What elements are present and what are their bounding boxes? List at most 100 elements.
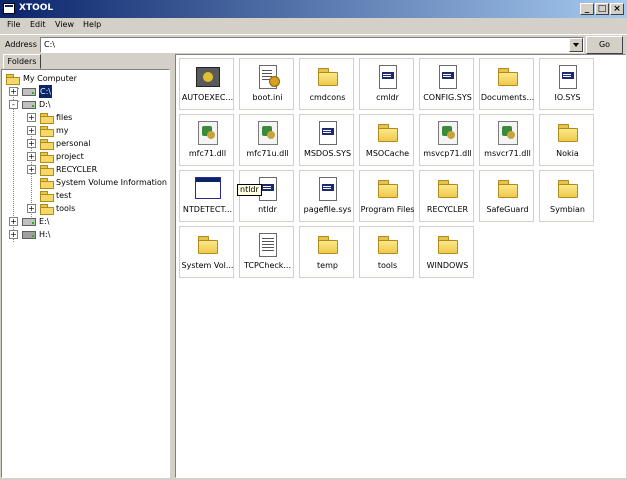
minimize-button[interactable]: _	[580, 3, 594, 15]
tree-item-my[interactable]: + my	[26, 124, 166, 137]
file-item[interactable]: MSDOS.SYS	[299, 114, 354, 166]
tree-item-test[interactable]: test	[26, 189, 166, 202]
expand-toggle[interactable]: +	[27, 126, 36, 135]
address-dropdown-button[interactable]	[569, 38, 583, 52]
file-item[interactable]: NTDETECT...	[179, 170, 234, 222]
file-item[interactable]: pagefile.sys	[299, 170, 354, 222]
tree-item-drive-d[interactable]: - D:\	[8, 98, 158, 111]
file-item-label: mfc71u.dll	[246, 149, 289, 158]
tree-item-label: personal	[56, 139, 91, 148]
file-item-label: Symbian	[550, 205, 585, 214]
file-item-label: RECYCLER	[426, 205, 469, 214]
tab-folders[interactable]: Folders	[3, 54, 41, 69]
network-drive-icon	[22, 231, 36, 239]
expand-toggle[interactable]: +	[27, 152, 36, 161]
file-item[interactable]: Program Files	[359, 170, 414, 222]
menu-help[interactable]: Help	[80, 20, 104, 29]
folder-icon	[436, 177, 460, 201]
file-item-label: SafeGuard	[486, 205, 529, 214]
expand-toggle[interactable]: +	[9, 87, 18, 96]
tree-item-label: D:\	[39, 100, 51, 109]
expand-toggle[interactable]: +	[27, 139, 36, 148]
tree-item-files[interactable]: + files	[26, 111, 166, 124]
file-item-label: pagefile.sys	[303, 205, 352, 214]
maximize-button[interactable]: □	[595, 3, 609, 15]
tree-item-project[interactable]: + project	[26, 150, 166, 163]
folder-icon	[316, 65, 340, 89]
expand-toggle[interactable]: +	[27, 165, 36, 174]
folders-pane: Folders My Computer + C:\ - D:\ + files	[1, 54, 170, 478]
file-item-label: System Vol...	[181, 261, 234, 270]
file-item[interactable]: temp	[299, 226, 354, 278]
file-item[interactable]: Documents...	[479, 58, 534, 110]
tree-item-label: test	[56, 191, 72, 200]
system-file-icon	[379, 65, 397, 89]
tree-item-drive-e[interactable]: + E:\	[8, 215, 158, 228]
expand-toggle[interactable]: +	[9, 217, 18, 226]
file-item[interactable]: System Vol...	[179, 226, 234, 278]
folder-tree: My Computer + C:\ - D:\ + files + my + p…	[1, 69, 170, 478]
file-item-label: IO.SYS	[554, 93, 581, 102]
tree-item-my-computer[interactable]: My Computer	[4, 72, 164, 85]
folder-icon	[40, 139, 54, 150]
file-item[interactable]: RECYCLER	[419, 170, 474, 222]
folder-icon	[376, 121, 400, 145]
expand-toggle[interactable]: +	[27, 204, 36, 213]
tree-item-drive-h[interactable]: + H:\	[8, 228, 158, 241]
file-item[interactable]: ntldr	[239, 170, 294, 222]
file-item[interactable]: Nokia	[539, 114, 594, 166]
tree-item-personal[interactable]: + personal	[26, 137, 166, 150]
file-item[interactable]: WINDOWS	[419, 226, 474, 278]
address-input[interactable]: C:\	[40, 37, 584, 53]
file-item-label: CONFIG.SYS	[423, 93, 472, 102]
tree-item-tools[interactable]: + tools	[26, 202, 166, 215]
file-item-label: boot.ini	[252, 93, 283, 102]
folder-icon	[40, 178, 54, 189]
go-button[interactable]: Go	[586, 36, 623, 54]
file-item[interactable]: msvcr71.dll	[479, 114, 534, 166]
tree-item-drive-c[interactable]: + C:\	[8, 84, 158, 99]
tree-item-recycler[interactable]: + RECYCLER	[26, 163, 166, 176]
folder-icon	[40, 126, 54, 137]
file-item[interactable]: tools	[359, 226, 414, 278]
expand-toggle[interactable]: +	[27, 113, 36, 122]
collapse-toggle[interactable]: -	[9, 100, 18, 109]
file-item[interactable]: msvcp71.dll	[419, 114, 474, 166]
close-button[interactable]: ×	[610, 3, 624, 15]
file-item[interactable]: TCPCheck...	[239, 226, 294, 278]
file-item-label: AUTOEXEC...	[181, 93, 234, 102]
file-item[interactable]: boot.ini	[239, 58, 294, 110]
system-file-icon	[319, 177, 337, 201]
file-item[interactable]: cmdcons	[299, 58, 354, 110]
file-item-label: MSOCache	[365, 149, 410, 158]
file-item[interactable]: mfc71u.dll	[239, 114, 294, 166]
file-item[interactable]: IO.SYS	[539, 58, 594, 110]
file-item-label: WINDOWS	[426, 261, 469, 270]
folder-icon	[40, 152, 54, 163]
window-title: XTOOL	[19, 3, 54, 13]
file-item[interactable]: cmldr	[359, 58, 414, 110]
dll-file-icon	[198, 121, 218, 145]
file-item[interactable]: CONFIG.SYS	[419, 58, 474, 110]
file-item[interactable]: mfc71.dll	[179, 114, 234, 166]
folder-icon	[40, 113, 54, 124]
file-item-label: cmdcons	[309, 93, 346, 102]
dll-file-icon	[498, 121, 518, 145]
file-item-label: Program Files	[360, 205, 415, 214]
menu-view[interactable]: View	[52, 20, 77, 29]
file-item[interactable]: SafeGuard	[479, 170, 534, 222]
file-item[interactable]: MSOCache	[359, 114, 414, 166]
menu-edit[interactable]: Edit	[27, 20, 49, 29]
folder-icon	[376, 233, 400, 257]
tree-item-label: H:\	[39, 230, 51, 239]
tree-item-label: C:\	[38, 84, 53, 99]
file-item[interactable]: AUTOEXEC...	[179, 58, 234, 110]
file-item[interactable]: Symbian	[539, 170, 594, 222]
expand-toggle[interactable]: +	[9, 230, 18, 239]
title-bar[interactable]: XTOOL _ □ ×	[0, 0, 627, 18]
application-icon	[195, 177, 221, 199]
tree-item-label: E:\	[39, 217, 50, 226]
folder-icon	[40, 204, 54, 215]
menu-file[interactable]: File	[4, 20, 23, 29]
tree-item-system-volume-information[interactable]: System Volume Information	[26, 176, 168, 189]
